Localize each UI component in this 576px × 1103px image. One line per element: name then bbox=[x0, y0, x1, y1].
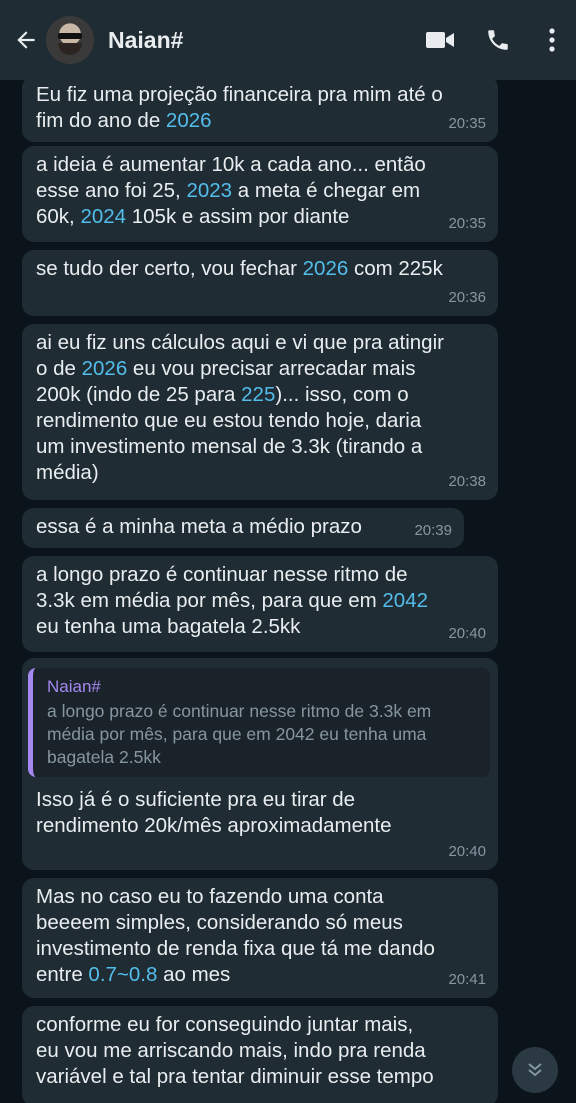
message-bubble[interactable]: Eu fiz uma projeção financeira pra mim a… bbox=[22, 80, 498, 142]
back-arrow-icon bbox=[17, 31, 35, 49]
message-time: 20:35 bbox=[448, 115, 486, 132]
message-segment: conforme eu for conseguindo juntar mais,… bbox=[36, 1013, 434, 1088]
message-text: a longo prazo é continuar nesse ritmo de… bbox=[36, 562, 484, 640]
message-time: 20:35 bbox=[448, 215, 486, 232]
message-text: se tudo der certo, vou fechar 2026 com 2… bbox=[36, 256, 484, 282]
chat-header: Naian# bbox=[0, 0, 576, 80]
scroll-to-bottom-button[interactable] bbox=[512, 1047, 558, 1093]
message-link[interactable]: 2026 bbox=[166, 109, 212, 132]
quoted-author: Naian# bbox=[47, 677, 101, 696]
quoted-message[interactable]: Naian# a longo prazo é continuar nesse r… bbox=[28, 668, 490, 777]
message-text: Mas no caso eu to fazendo uma conta beee… bbox=[36, 884, 484, 988]
message-segment: 105k e assim por diante bbox=[126, 205, 350, 228]
message-text: essa é a minha meta a médio prazo bbox=[36, 514, 450, 540]
contact-name[interactable]: Naian# bbox=[108, 27, 418, 54]
message-link[interactable]: 2026 bbox=[303, 257, 349, 280]
message-text: a ideia é aumentar 10k a cada ano... ent… bbox=[36, 152, 484, 230]
message-text: Eu fiz uma projeção financeira pra mim a… bbox=[36, 82, 484, 134]
message-link[interactable]: 0.7~0.8 bbox=[88, 963, 157, 986]
message-time: 20:41 bbox=[448, 971, 486, 988]
voice-call-button[interactable] bbox=[476, 18, 520, 62]
message-segment: com 225k bbox=[348, 257, 443, 280]
message-time: 20:40 bbox=[448, 843, 486, 860]
message-bubble[interactable]: ai eu fiz uns cálculos aqui e vi que pra… bbox=[22, 324, 498, 500]
more-vertical-icon bbox=[549, 28, 555, 52]
phone-icon bbox=[488, 30, 508, 50]
message-link[interactable]: 2042 bbox=[382, 589, 428, 612]
message-link[interactable]: 225 bbox=[241, 383, 275, 406]
message-segment: se tudo der certo, vou fechar bbox=[36, 257, 303, 280]
message-text: Isso já é o suficiente pra eu tirar de r… bbox=[36, 787, 484, 839]
video-call-button[interactable] bbox=[418, 18, 462, 62]
message-bubble[interactable]: se tudo der certo, vou fechar 2026 com 2… bbox=[22, 250, 498, 316]
message-bubble[interactable]: a longo prazo é continuar nesse ritmo de… bbox=[22, 556, 498, 652]
message-time: 20:36 bbox=[448, 289, 486, 306]
message-bubble[interactable]: essa é a minha meta a médio prazo 20:39 bbox=[22, 508, 464, 548]
quoted-text: a longo prazo é continuar nesse ritmo de… bbox=[47, 701, 432, 767]
message-link[interactable]: 2026 bbox=[82, 357, 128, 380]
message-segment: Isso já é o suficiente pra eu tirar de r… bbox=[36, 788, 392, 837]
message-time: 20:40 bbox=[448, 625, 486, 642]
message-list[interactable]: Eu fiz uma projeção financeira pra mim a… bbox=[0, 80, 576, 1103]
message-link[interactable]: 2023 bbox=[186, 179, 232, 202]
message-text: conforme eu for conseguindo juntar mais,… bbox=[36, 1012, 484, 1090]
message-time: 20:38 bbox=[448, 473, 486, 490]
message-segment: essa é a minha meta a médio prazo bbox=[36, 515, 362, 538]
message-bubble[interactable]: a ideia é aumentar 10k a cada ano... ent… bbox=[22, 146, 498, 242]
menu-button[interactable] bbox=[534, 18, 570, 62]
video-camera-icon bbox=[426, 32, 454, 48]
message-text: ai eu fiz uns cálculos aqui e vi que pra… bbox=[36, 330, 484, 486]
message-bubble[interactable]: conforme eu for conseguindo juntar mais,… bbox=[22, 1006, 498, 1103]
message-link[interactable]: 2024 bbox=[80, 205, 126, 228]
back-button[interactable] bbox=[8, 22, 44, 58]
message-time: 20:39 bbox=[414, 522, 452, 539]
message-segment: eu tenha uma bagatela 2.5kk bbox=[36, 615, 301, 638]
message-segment: a longo prazo é continuar nesse ritmo de… bbox=[36, 563, 408, 612]
message-segment: ao mes bbox=[157, 963, 231, 986]
message-bubble[interactable]: Mas no caso eu to fazendo uma conta beee… bbox=[22, 878, 498, 998]
message-segment: Eu fiz uma projeção financeira pra mim a… bbox=[36, 83, 443, 132]
double-chevron-down-icon bbox=[528, 1063, 542, 1077]
avatar[interactable] bbox=[46, 16, 94, 64]
reply-message-bubble[interactable]: Naian# a longo prazo é continuar nesse r… bbox=[22, 658, 498, 870]
